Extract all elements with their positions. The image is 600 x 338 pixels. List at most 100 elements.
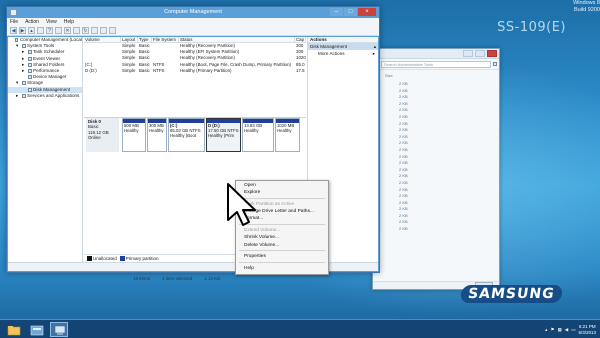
close-button[interactable]: × [358,8,376,16]
search-input[interactable]: Search Administrative Tools [381,60,491,68]
menu-separator [239,262,325,264]
partition-block[interactable]: 1020 MB Healthy [275,118,300,152]
menu-help[interactable]: Help [64,19,74,25]
column-header[interactable]: Volume [84,37,121,42]
maximize-button[interactable]: □ [344,8,357,16]
column-header-size[interactable]: Size [373,70,499,81]
menu-action[interactable]: Action [25,19,39,25]
context-delete-volume[interactable]: Delete Volume... [236,242,328,249]
clock[interactable]: 6:21 PM 5/3/2013 [578,324,596,335]
partition-color-bar [207,119,240,123]
file-size: 2 KB [373,140,499,147]
partition-block[interactable]: (C:) 85.03 GB NTFS Healthy (Boot [168,118,205,152]
console-icon[interactable] [109,27,116,34]
file-size: 2 KB [373,193,499,200]
file-size: 2 KB [373,107,499,114]
legend-label: Primary partition [125,255,159,261]
minimize-button[interactable]: – [330,8,343,16]
toolbar: ◀ ▶ ▴? ✕ ↻ [7,26,379,36]
partition-block[interactable]: 13.83 GB Healthy [242,118,274,152]
back-icon[interactable]: ◀ [10,27,17,34]
partition-color-bar [148,119,166,123]
event-icon [27,56,32,61]
column-header[interactable]: File System [152,37,179,42]
context-properties[interactable]: Properties [236,253,328,260]
console-icon[interactable] [55,27,62,34]
context-shrink-volume[interactable]: Shrink Volume... [236,234,328,241]
column-header[interactable]: Status [179,37,295,42]
model-label: SS-109(E) [497,20,566,35]
file-size: 2 KB [373,81,499,88]
partition-block[interactable]: 500 MB Healthy [122,118,146,152]
background-explorer-window[interactable]: Search Administrative Tools Size 2 KB 2 K… [372,48,500,290]
actions-selected-label: Disk Management [310,44,348,49]
taskbar-computer-management[interactable] [50,322,68,337]
column-header[interactable]: Cap [295,37,306,42]
file-size: 2 KB [373,206,499,213]
tree-item[interactable]: ▸ Services and Applications [8,93,82,99]
properties-icon[interactable] [73,27,80,34]
legend-item: Primary partition [119,255,159,262]
computer-management-icon [54,325,66,335]
up-icon[interactable]: ▴ [28,27,35,34]
partition-color-bar [169,119,204,123]
flag-icon[interactable]: ⚑ [550,327,554,333]
folder-icon[interactable] [100,27,107,34]
expand-toggle-icon[interactable]: ▾ [16,43,20,49]
file-size: 2 KB [373,219,499,227]
column-header[interactable]: Type [138,37,152,42]
collapse-icon[interactable]: ▴ [374,43,376,50]
menu-file[interactable]: File [10,19,18,25]
column-header[interactable]: Layout [121,37,138,42]
keyboard-icon[interactable]: ▭ [571,327,575,333]
help-icon[interactable]: ? [46,27,53,34]
table-cell: D (D:) [85,67,97,73]
partition-block[interactable]: 300 MB Healthy [147,118,167,152]
volume-list: Simple Basic Healthy (Recovery Partition) 3… [84,43,306,74]
tree-item-label: Services and Applications [27,92,80,98]
context-help[interactable]: Help [236,265,328,272]
tray-arrow-icon[interactable]: ▴ [545,327,547,333]
table-cell: Basic [139,67,150,73]
expand-toggle-icon[interactable]: ▾ [16,80,20,86]
maximize-icon[interactable] [475,50,485,57]
file-size: 2 KB [373,226,499,233]
file-size: 2 KB [373,127,499,134]
disk-status: Online [88,135,101,141]
table-row[interactable]: D (D:) Simple Basic NTFS Healthy (Primary Pa… [84,68,306,74]
delete-icon[interactable]: ✕ [64,27,71,34]
partition-color-bar [243,119,273,123]
table-cell: 17.5 [296,67,305,73]
legend-swatch [119,256,125,262]
background-window-titlebar[interactable] [373,49,499,59]
menu-bar: File Action View Help [7,18,379,26]
search-icon[interactable] [493,62,497,66]
file-size: 2 KB [373,146,499,154]
table-cell: NTFS [153,67,165,73]
minimize-icon[interactable] [463,50,473,57]
refresh-icon[interactable]: ↻ [82,27,89,34]
partition-status: Healthy (Boot [170,133,197,138]
status-selected: 1 item selected [162,276,193,281]
explore-icon[interactable] [91,27,98,34]
explorer-icon [7,326,21,336]
legend-swatch [87,256,92,262]
actions-disk-management[interactable]: Disk Management ▴ [308,43,378,50]
title-bar[interactable]: Computer Management – □ × [7,7,379,18]
partition-status: Healthy [277,128,292,133]
expand-toggle-icon[interactable]: ▸ [16,93,20,99]
menu-view[interactable]: View [46,19,57,25]
window-title: Computer Management [164,9,222,15]
disk-0-label[interactable]: Disk 0 Basic 119.12 GB Online [86,118,119,152]
partition-block[interactable]: D (D:) 17.50 GB NTFS Healthy (Prim [206,118,241,152]
network-icon[interactable]: ▦ [557,327,561,333]
properties-icon[interactable] [37,27,44,34]
close-icon[interactable] [487,50,497,57]
taskbar-explorer[interactable] [4,322,22,337]
action-more-actions[interactable]: More Actions ▸ [308,50,378,57]
expand-toggle-icon[interactable]: ▸ [22,68,26,74]
file-size: 2 KB [373,133,499,141]
forward-icon[interactable]: ▶ [19,27,26,34]
taskbar-server-manager[interactable] [27,322,45,337]
volume-icon[interactable]: ◀ [565,327,568,333]
